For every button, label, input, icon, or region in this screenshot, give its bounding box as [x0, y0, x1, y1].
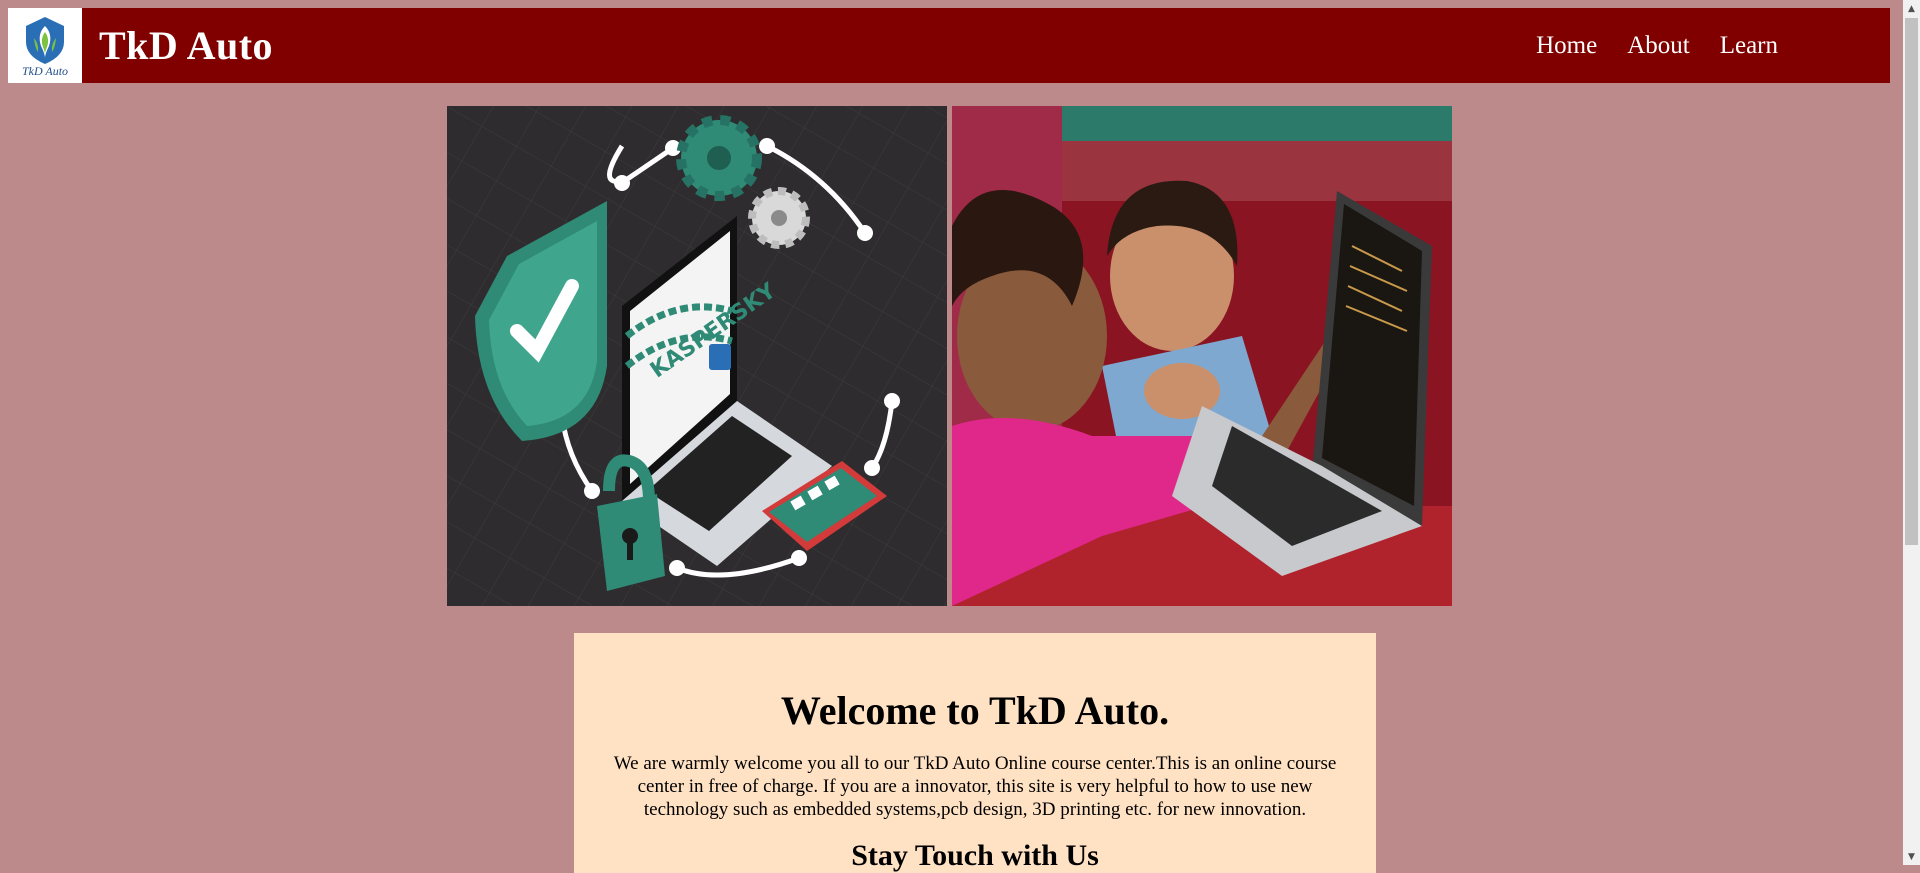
nav-home-link[interactable]: Home — [1536, 32, 1597, 60]
hero-images: KASPERSKY — [447, 106, 1452, 606]
main-nav: Home About Learn — [1536, 8, 1778, 83]
gear-small-icon — [748, 187, 810, 249]
scroll-up-icon[interactable]: ▲ — [1903, 0, 1920, 17]
logo-shield-icon — [26, 16, 64, 64]
vertical-scrollbar[interactable]: ▲ ▼ — [1903, 0, 1920, 865]
stay-touch-heading: Stay Touch with Us — [851, 839, 1099, 872]
nav-about-link[interactable]: About — [1627, 32, 1690, 60]
logo-caption: TkD Auto — [21, 64, 69, 78]
welcome-card: Welcome to TkD Auto. We are warmly welco… — [574, 633, 1376, 873]
top-navbar: TkD Auto TkD Auto Home About Learn — [8, 8, 1890, 83]
gear-icon — [676, 115, 762, 201]
scroll-thumb[interactable] — [1905, 18, 1918, 545]
brand-title[interactable]: TkD Auto — [99, 22, 273, 69]
nav-learn-link[interactable]: Learn — [1720, 32, 1778, 60]
welcome-title: Welcome to TkD Auto. — [780, 688, 1170, 733]
site-logo[interactable]: TkD Auto — [8, 8, 82, 83]
cybersecurity-illustration: KASPERSKY — [447, 106, 947, 606]
scroll-down-icon[interactable]: ▼ — [1903, 848, 1920, 865]
kids-laptop-photo — [952, 106, 1452, 606]
welcome-body: We are warmly welcome you all to our TkD… — [613, 753, 1337, 820]
